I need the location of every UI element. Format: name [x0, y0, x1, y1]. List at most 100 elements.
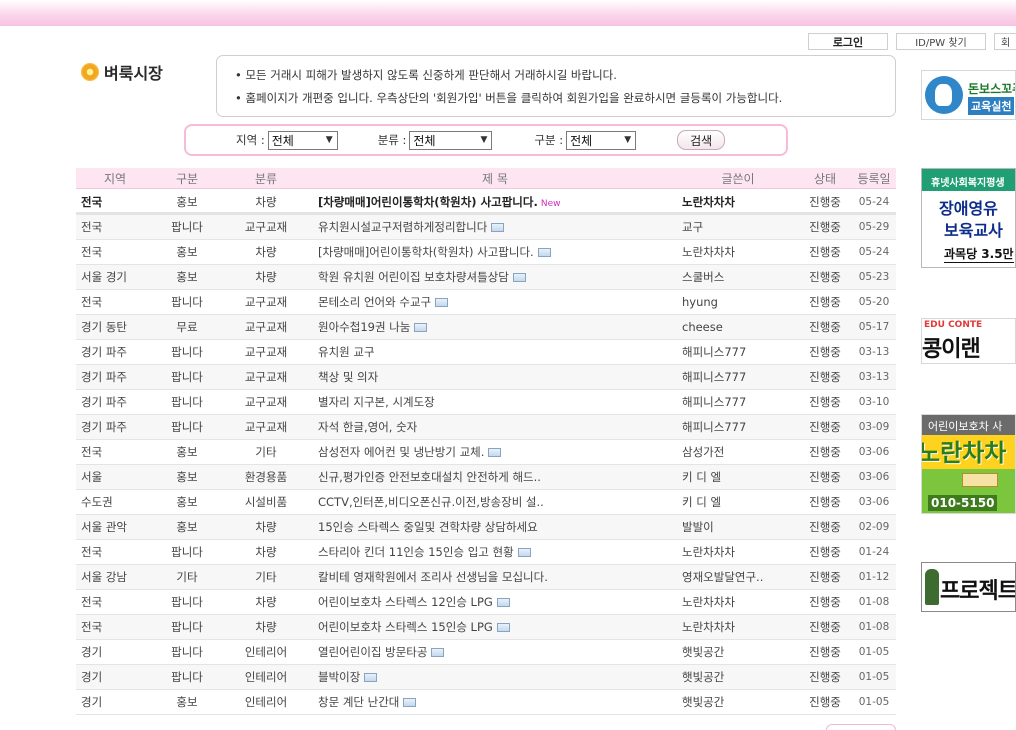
cell-kind: 홍보 — [176, 270, 198, 284]
banner-hunet[interactable]: 휴넷사회복지평생 장애영유 보육교사 과목당 3.5만 — [921, 168, 1016, 268]
cell-title[interactable]: 15인승 스타렉스 중일및 견학차량 상담하세요 — [312, 519, 678, 535]
cell-status: 진행중 — [809, 445, 841, 459]
col-title: 제 목 — [482, 171, 508, 186]
table-row[interactable]: 경기 팝니다 인테리어 열린어린이집 방문타공 햇빛공간 진행중 01-05 — [76, 640, 896, 665]
cell-category: 교구교재 — [244, 345, 288, 359]
category-filter-label: 분류 : — [377, 133, 407, 147]
chevron-down-icon: ▼ — [624, 135, 632, 145]
table-row[interactable]: 전국 팝니다 교구교재 유치원시설교구저렴하게정리합니다 교구 진행중 05-29 — [76, 215, 896, 240]
cell-date: 03-06 — [858, 496, 890, 508]
cell-title[interactable]: 창문 계단 난간대 — [312, 694, 678, 710]
cell-title[interactable]: [차량매매]어린이통학차(학원차) 사고팝니다. New — [312, 194, 678, 210]
table-row[interactable]: 경기 팝니다 인테리어 블박이장 햇빛공간 진행중 01-05 — [76, 665, 896, 690]
cell-author: 노란차차차 — [682, 620, 735, 634]
table-row[interactable]: 경기 파주 팝니다 교구교재 유치원 교구 해피니스777 진행중 03-13 — [76, 340, 896, 365]
table-row[interactable]: 서울 강남 기타 기타 칼비테 영재학원에서 조리사 선생님을 모십니다. 영재오발달연… — [76, 565, 896, 590]
table-row[interactable]: 전국 팝니다 차량 어린이보호차 스타렉스 12인승 LPG 노란차차차 진행중 01-08 — [76, 590, 896, 615]
banner-kongi[interactable]: EDU CONTE 콩이랜 — [921, 318, 1016, 364]
table-row[interactable]: 경기 파주 팝니다 교구교재 별자리 지구본, 시계도장 해피니스777 진행중 03-10 — [76, 390, 896, 415]
cell-title[interactable]: 칼비테 영재학원에서 조리사 선생님을 모십니다. — [312, 569, 678, 585]
cell-status: 진행중 — [809, 295, 841, 309]
cell-status: 진행중 — [809, 395, 841, 409]
find-id-pw-link[interactable]: ID/PW 찾기 — [896, 33, 986, 50]
table-row[interactable]: 전국 홍보 차량 [차량매매]어린이통학차(학원차) 사고팝니다. 노란차차차 진행중 05… — [76, 240, 896, 265]
join-link[interactable]: 회 — [994, 33, 1016, 50]
banner-noranchachacha[interactable]: 어린이보호차 사 노란차차 010-5150 — [921, 414, 1016, 514]
cell-category: 차량 — [255, 270, 277, 284]
category-select[interactable]: 전체 ▼ — [409, 130, 493, 150]
banner-text: 노란차차 — [921, 439, 1007, 467]
search-button[interactable]: 검색 — [677, 130, 726, 150]
banner-text: 콩이랜 — [922, 337, 981, 362]
cell-date: 05-20 — [858, 296, 890, 308]
cell-title[interactable]: CCTV,인터폰,비디오폰신규.이전,방송장비 설.. — [312, 494, 678, 510]
cell-title[interactable]: 자석 한글,영어, 숫자 — [312, 419, 678, 435]
cell-status: 진행중 — [809, 645, 841, 659]
notice-line: • 홈페이지가 개편중 입니다. 우측상단의 '회원가입' 버튼을 클릭하여 회… — [235, 91, 783, 105]
kind-select[interactable]: 전체 ▼ — [566, 130, 637, 150]
table-row[interactable]: 경기 파주 팝니다 교구교재 책상 및 의자 해피니스777 진행중 03-13 — [76, 365, 896, 390]
table-row[interactable]: 서울 홍보 환경용품 신규,평가인증 안전보호대설치 안전하게 해드.. 키 디 엘 진행… — [76, 465, 896, 490]
cell-status: 진행중 — [809, 570, 841, 584]
cell-region: 전국 — [81, 245, 103, 259]
chevron-down-icon: ▼ — [325, 135, 333, 145]
banner-text: 프로젝트 접 — [940, 579, 1016, 604]
cell-kind: 팝니다 — [171, 670, 203, 684]
image-attached-icon — [435, 298, 449, 307]
cell-title[interactable]: 블박이장 — [312, 669, 678, 685]
table-row[interactable]: 수도권 홍보 시설비품 CCTV,인터폰,비디오폰신규.이전,방송장비 설.. 키 디 … — [76, 490, 896, 515]
image-attached-icon — [431, 648, 445, 657]
banner-project[interactable]: 프로젝트 접 — [921, 562, 1016, 612]
cell-title[interactable]: 별자리 지구본, 시계도장 — [312, 394, 678, 410]
cell-title[interactable]: 스타리아 킨더 11인승 15인승 입고 현황 — [312, 544, 678, 560]
cell-region: 경기 동탄 — [81, 320, 127, 334]
cell-title[interactable]: 책상 및 의자 — [312, 369, 678, 385]
cell-title[interactable]: 학원 유치원 어린이집 보호차량셔틀상담 — [312, 269, 678, 285]
featured-row[interactable]: 전국 홍보 차량 [차량매매]어린이통학차(학원차) 사고팝니다. New 노란차… — [76, 189, 896, 215]
cell-region: 전국 — [81, 545, 103, 559]
cell-status: 진행중 — [809, 270, 841, 284]
table-row[interactable]: 서울 경기 홍보 차량 학원 유치원 어린이집 보호차량셔틀상담 스쿨버스 진행중 05-2… — [76, 265, 896, 290]
cell-title[interactable]: 삼성전자 에어컨 및 냉난방기 교체. — [312, 444, 678, 460]
table-row[interactable]: 전국 팝니다 교구교재 몬테소리 언어와 수교구 hyung 진행중 05-20 — [76, 290, 896, 315]
table-row[interactable]: 경기 홍보 인테리어 창문 계단 난간대 햇빛공간 진행중 01-05 — [76, 690, 896, 715]
cell-status: 진행중 — [809, 194, 841, 209]
cell-status: 진행중 — [809, 545, 841, 559]
cell-title[interactable]: 원아수첩19권 나눔 — [312, 319, 678, 335]
cell-category: 차량 — [255, 245, 277, 259]
cell-title[interactable]: 열린어린이집 방문타공 — [312, 644, 678, 660]
table-row[interactable]: 전국 홍보 기타 삼성전자 에어컨 및 냉난방기 교체. 삼성가전 진행중 03-06 — [76, 440, 896, 465]
banner-donbosco[interactable]: 돈보스꼬푸 교육실천 — [921, 70, 1016, 120]
table-row[interactable]: 전국 팝니다 차량 어린이보호차 스타렉스 15인승 LPG 노란차차차 진행중 01-08 — [76, 615, 896, 640]
cell-date: 03-09 — [858, 421, 890, 433]
image-attached-icon — [491, 223, 505, 232]
cell-title[interactable]: 어린이보호차 스타렉스 15인승 LPG — [312, 619, 678, 635]
table-row[interactable]: 서울 관악 홍보 차량 15인승 스타렉스 중일및 견학차량 상담하세요 발발이 진행중 0… — [76, 515, 896, 540]
filter-bar: 지역 : 전체 ▼ 분류 : 전체 ▼ 구분 : 전체 ▼ 검색 — [184, 124, 788, 156]
cell-author: 햇빛공간 — [682, 670, 725, 684]
cell-kind: 홍보 — [176, 445, 198, 459]
region-select[interactable]: 전체 ▼ — [267, 130, 338, 150]
banner-text: 돈보스꼬푸 — [968, 82, 1015, 96]
table-row[interactable]: 경기 파주 팝니다 교구교재 자석 한글,영어, 숫자 해피니스777 진행중 03-09 — [76, 415, 896, 440]
image-attached-icon — [517, 548, 531, 557]
cell-title[interactable]: 유치원시설교구저렴하게정리합니다 — [312, 219, 678, 235]
cell-author: 해피니스777 — [682, 395, 747, 409]
cell-title[interactable]: [차량매매]어린이통학차(학원차) 사고팝니다. — [312, 244, 678, 260]
table-row[interactable]: 전국 팝니다 차량 스타리아 킨더 11인승 15인승 입고 현황 노란차차차 진행중 01… — [76, 540, 896, 565]
cell-title[interactable]: 신규,평가인증 안전보호대설치 안전하게 해드.. — [312, 469, 678, 485]
write-button[interactable] — [826, 724, 896, 730]
cell-kind: 팝니다 — [171, 420, 203, 434]
login-button[interactable]: 로그인 — [808, 33, 888, 50]
cell-title[interactable]: 유치원 교구 — [312, 344, 678, 360]
cell-category: 차량 — [255, 545, 277, 559]
cell-title[interactable]: 어린이보호차 스타렉스 12인승 LPG — [312, 594, 678, 610]
cell-region: 서울 강남 — [81, 570, 127, 584]
cell-title[interactable]: 몬테소리 언어와 수교구 — [312, 294, 678, 310]
image-attached-icon — [512, 273, 526, 282]
cell-region: 경기 — [81, 670, 103, 684]
table-row[interactable]: 경기 동탄 무료 교구교재 원아수첩19권 나눔 cheese 진행중 05-17 — [76, 315, 896, 340]
cell-category: 인테리어 — [244, 695, 288, 709]
cell-region: 서울 관악 — [81, 520, 127, 534]
cell-category: 교구교재 — [244, 295, 288, 309]
